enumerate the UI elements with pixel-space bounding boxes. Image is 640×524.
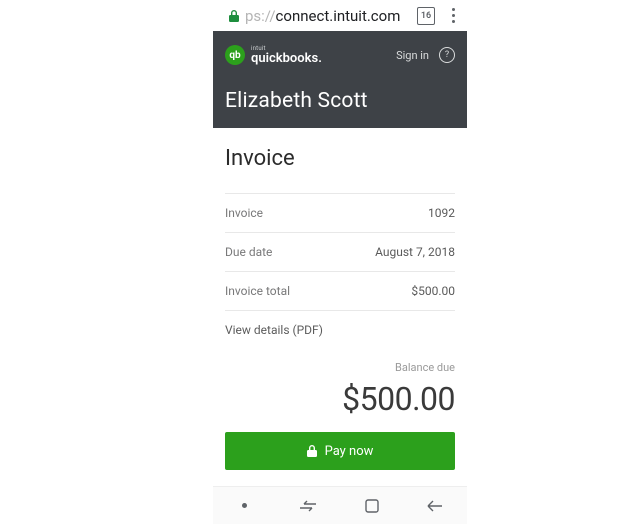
android-nav-bar — [213, 486, 467, 524]
view-details-link[interactable]: View details (PDF) — [225, 310, 455, 347]
url-display: ps://connect.intuit.com — [229, 7, 407, 25]
lock-icon — [307, 445, 317, 457]
url-prefix: ps:// — [245, 7, 276, 25]
due-date-label: Due date — [225, 245, 272, 259]
back-icon[interactable] — [425, 499, 445, 513]
qb-header: qb intuit quickbooks. Sign in ? Elizabet… — [213, 31, 467, 128]
due-date-row: Due date August 7, 2018 — [225, 232, 455, 271]
invoice-number-row: Invoice 1092 — [225, 193, 455, 232]
url-host: connect.intuit.com — [276, 7, 401, 25]
quickbooks-logo: qb intuit quickbooks. — [225, 45, 322, 65]
invoice-total-label: Invoice total — [225, 284, 290, 298]
nav-dot-icon[interactable] — [235, 503, 255, 508]
due-date-value: August 7, 2018 — [375, 245, 455, 259]
invoice-number-value: 1092 — [428, 206, 455, 220]
help-icon[interactable]: ? — [439, 47, 455, 63]
pay-now-button[interactable]: Pay now — [225, 432, 455, 470]
browser-address-bar: ps://connect.intuit.com 16 — [213, 0, 467, 31]
page-content: qb intuit quickbooks. Sign in ? Elizabet… — [213, 31, 467, 486]
home-icon[interactable] — [362, 499, 382, 513]
tab-count-badge[interactable]: 16 — [417, 7, 435, 25]
balance-due-label: Balance due — [225, 361, 455, 374]
invoice-total-value: $500.00 — [411, 284, 455, 298]
recipient-name: Elizabeth Scott — [225, 89, 455, 113]
product-label: quickbooks. — [251, 52, 322, 65]
pay-now-label: Pay now — [325, 444, 374, 459]
page-title: Invoice — [225, 146, 455, 171]
balance-due-amount: $500.00 — [225, 380, 455, 418]
lock-icon — [229, 10, 239, 22]
recents-icon[interactable] — [298, 499, 318, 513]
browser-menu-button[interactable] — [445, 4, 461, 27]
invoice-total-row: Invoice total $500.00 — [225, 271, 455, 310]
qb-logo-circle: qb — [225, 45, 245, 65]
invoice-number-label: Invoice — [225, 206, 263, 220]
sign-in-link[interactable]: Sign in — [396, 49, 429, 62]
